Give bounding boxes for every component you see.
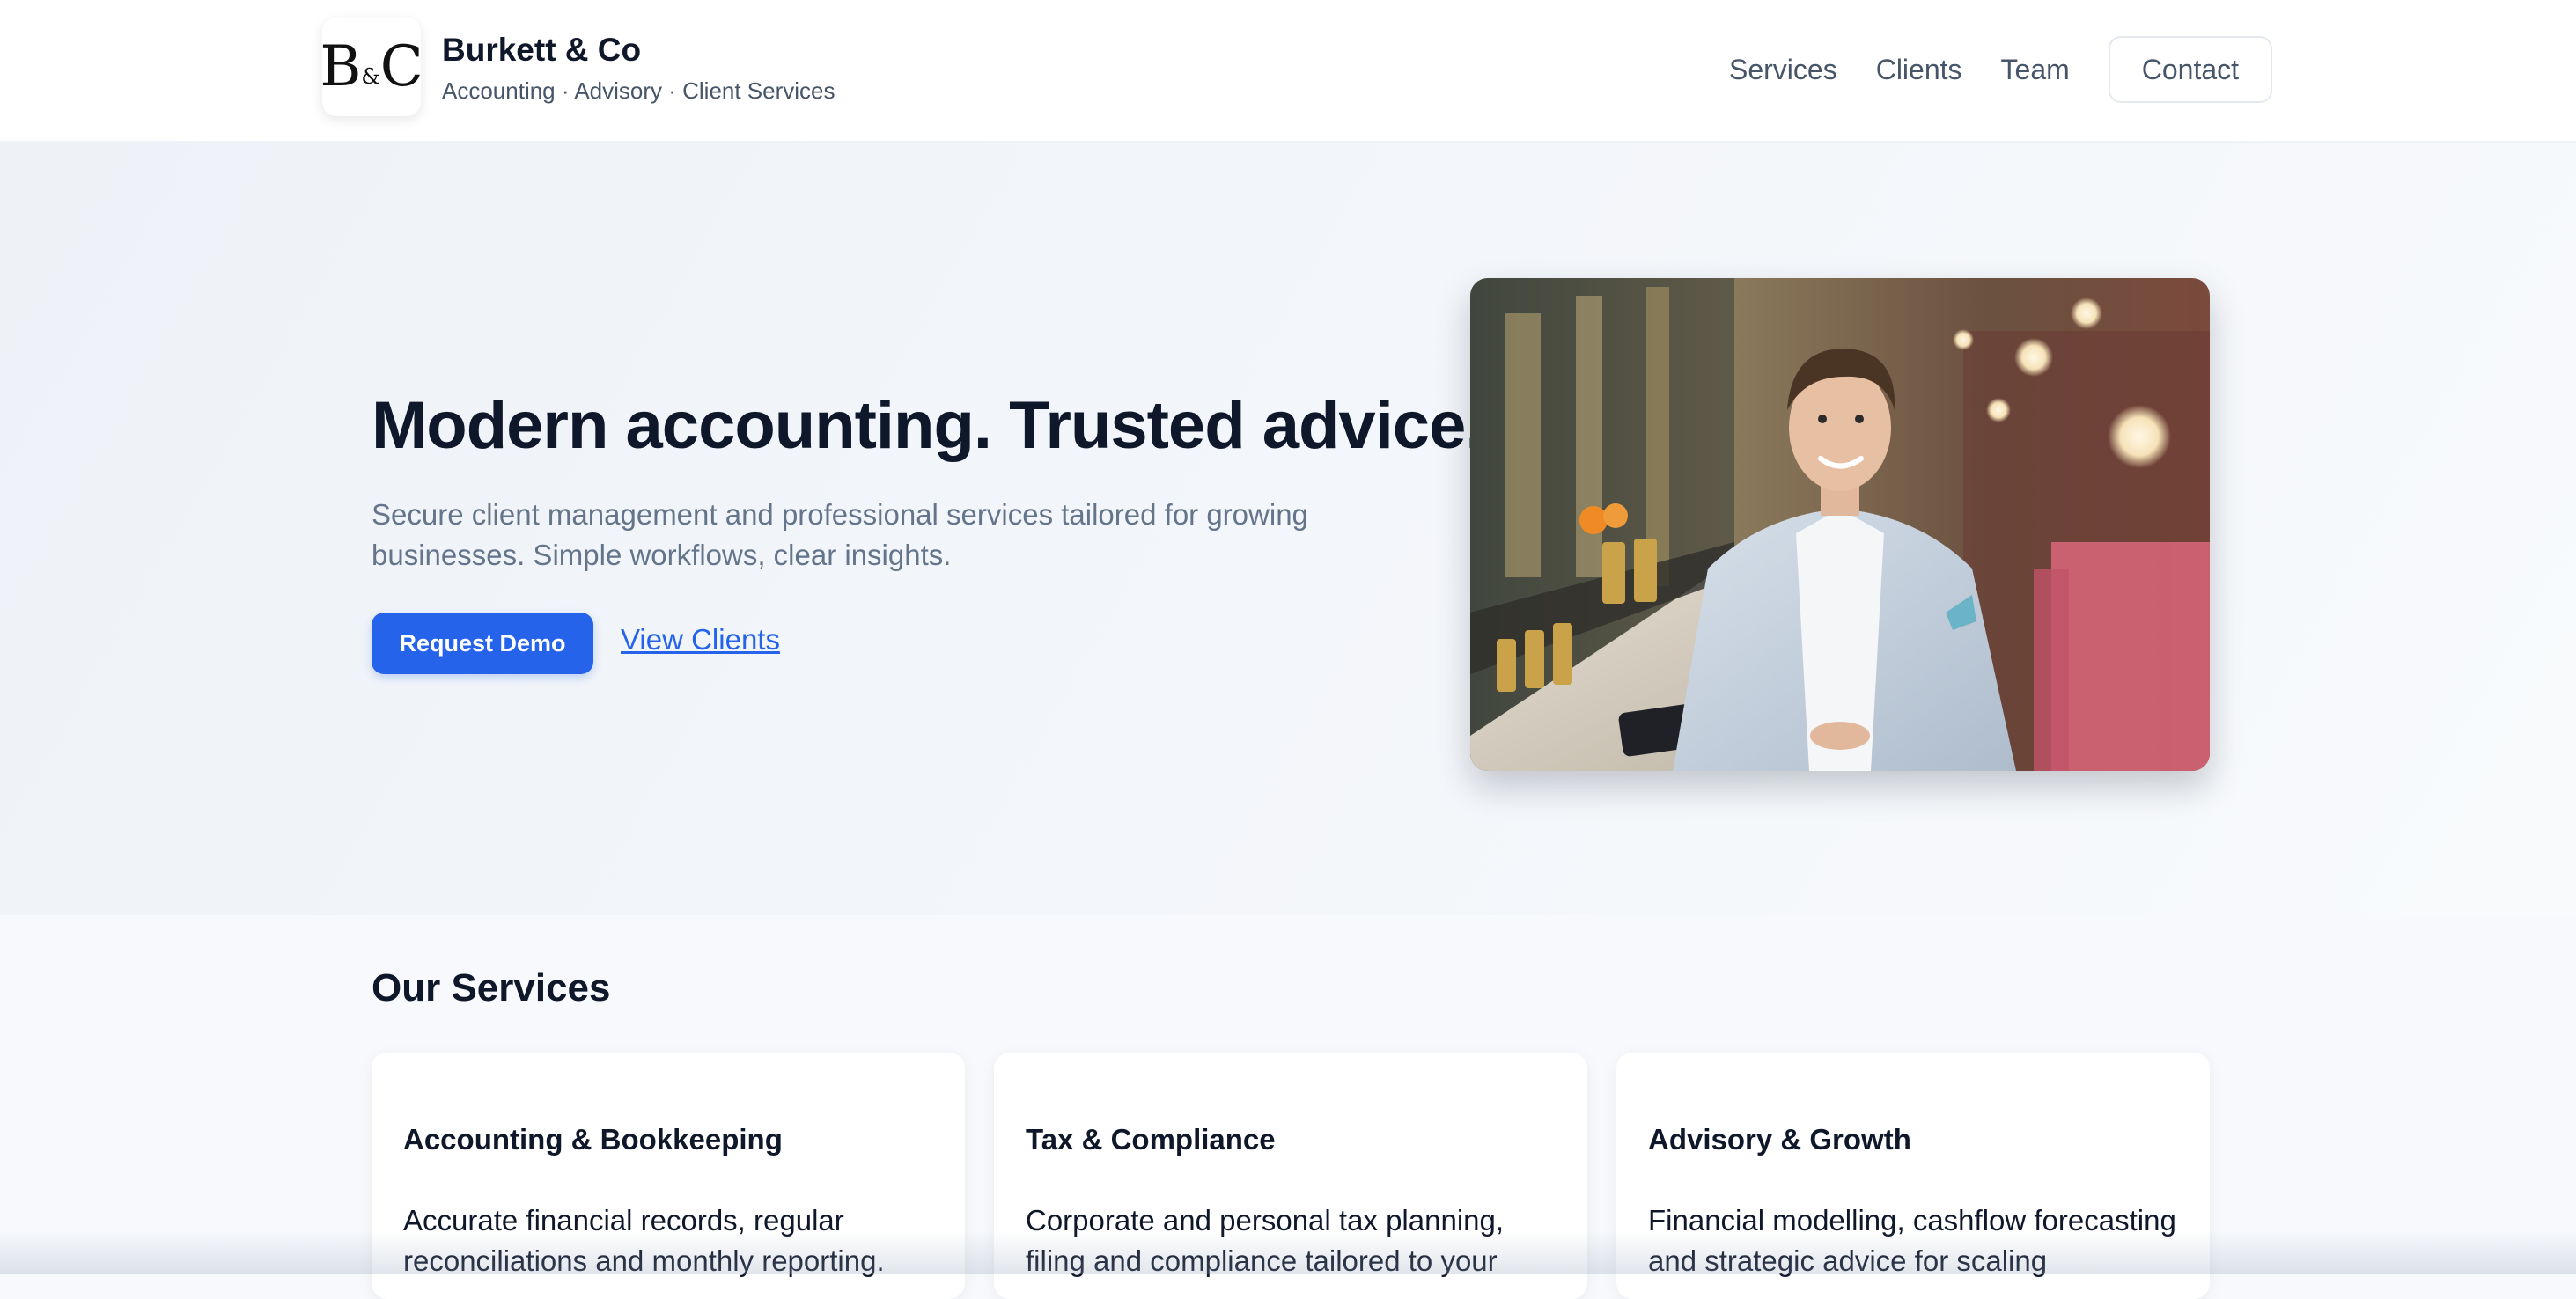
nav-link-team[interactable]: Team: [2001, 54, 2070, 86]
nav-link-clients[interactable]: Clients: [1876, 54, 1962, 86]
bottom-fade: [0, 1230, 2576, 1274]
service-card-title: Advisory & Growth: [1648, 1123, 1911, 1156]
view-clients-link[interactable]: View Clients: [621, 623, 780, 657]
service-card-title: Tax & Compliance: [1026, 1123, 1276, 1156]
hero-title: Modern accounting. Trusted advice.: [372, 388, 1483, 463]
logo-ampersand: &: [361, 64, 380, 89]
hero-subtitle: Secure client management and professiona…: [372, 498, 1308, 571]
logo-letter-c: C: [379, 34, 423, 99]
request-demo-button[interactable]: Request Demo: [372, 613, 593, 674]
site-header: B & C Burkett & Co Accounting · Advisory ·…: [0, 0, 2576, 143]
service-card-title: Accounting & Bookkeeping: [403, 1123, 783, 1156]
brand-tagline: Accounting · Advisory · Client Services: [442, 77, 835, 104]
nav-link-services[interactable]: Services: [1729, 54, 1837, 86]
nav-contact-button[interactable]: Contact: [2108, 36, 2273, 103]
main-nav: Services Clients Team Contact: [1729, 0, 2273, 139]
brand-logo[interactable]: B & C: [320, 18, 423, 116]
services-heading: Our Services: [372, 966, 611, 1009]
hero-photo: [1470, 278, 2210, 771]
logo-letter-b: B: [320, 34, 362, 99]
brand-name[interactable]: Burkett & Co: [442, 32, 641, 69]
